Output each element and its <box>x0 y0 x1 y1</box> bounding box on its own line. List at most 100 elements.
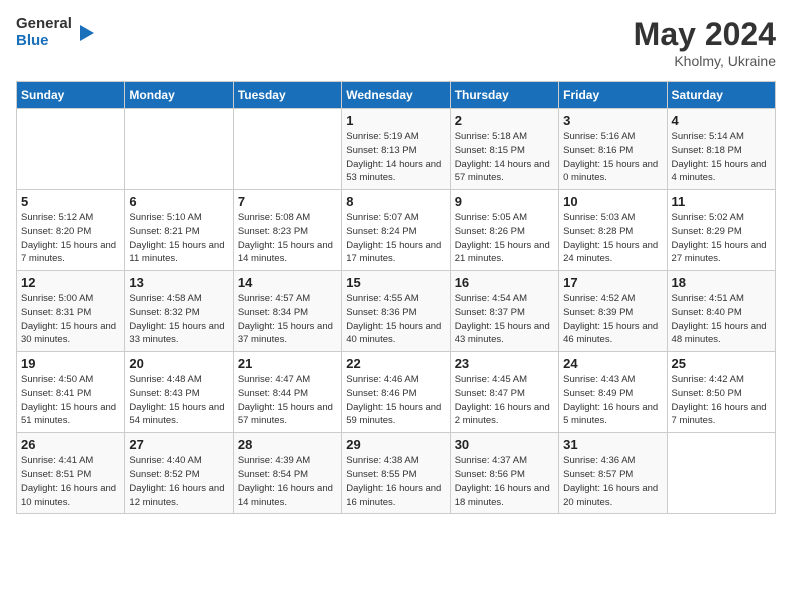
weekday-header-sunday: Sunday <box>17 82 125 109</box>
calendar-header: SundayMondayTuesdayWednesdayThursdayFrid… <box>17 82 776 109</box>
day-info: Sunrise: 5:16 AMSunset: 8:16 PMDaylight:… <box>563 130 662 185</box>
day-number: 19 <box>21 356 120 371</box>
calendar-title: May 2024 <box>634 16 776 53</box>
day-info: Sunrise: 5:14 AMSunset: 8:18 PMDaylight:… <box>672 130 771 185</box>
day-info: Sunrise: 4:47 AMSunset: 8:44 PMDaylight:… <box>238 373 337 428</box>
calendar-week-5: 26Sunrise: 4:41 AMSunset: 8:51 PMDayligh… <box>17 433 776 514</box>
day-number: 3 <box>563 113 662 128</box>
weekday-header-monday: Monday <box>125 82 233 109</box>
day-number: 7 <box>238 194 337 209</box>
day-info: Sunrise: 4:54 AMSunset: 8:37 PMDaylight:… <box>455 292 554 347</box>
day-number: 31 <box>563 437 662 452</box>
day-number: 15 <box>346 275 445 290</box>
calendar-cell: 2Sunrise: 5:18 AMSunset: 8:15 PMDaylight… <box>450 109 558 190</box>
calendar-cell: 18Sunrise: 4:51 AMSunset: 8:40 PMDayligh… <box>667 271 775 352</box>
calendar-cell: 23Sunrise: 4:45 AMSunset: 8:47 PMDayligh… <box>450 352 558 433</box>
calendar-cell: 10Sunrise: 5:03 AMSunset: 8:28 PMDayligh… <box>559 190 667 271</box>
calendar-week-3: 12Sunrise: 5:00 AMSunset: 8:31 PMDayligh… <box>17 271 776 352</box>
calendar-cell: 6 Sunrise: 5:10 AMSunset: 8:21 PMDaylight… <box>125 190 233 271</box>
day-number: 10 <box>563 194 662 209</box>
calendar-cell: 9 Sunrise: 5:05 AMSunset: 8:26 PMDaylight… <box>450 190 558 271</box>
day-info: Sunrise: 4:52 AMSunset: 8:39 PMDaylight:… <box>563 292 662 347</box>
day-number: 17 <box>563 275 662 290</box>
day-info: Sunrise: 5:07 AMSunset: 8:24 PMDaylight:… <box>346 211 445 266</box>
day-info: Sunrise: 4:40 AMSunset: 8:52 PMDaylight:… <box>129 454 228 509</box>
calendar-location: Kholmy, Ukraine <box>634 53 776 69</box>
calendar-cell: 8Sunrise: 5:07 AMSunset: 8:24 PMDaylight… <box>342 190 450 271</box>
day-number: 28 <box>238 437 337 452</box>
day-info: Sunrise: 4:50 AMSunset: 8:41 PMDaylight:… <box>21 373 120 428</box>
day-info: Sunrise: 4:55 AMSunset: 8:36 PMDaylight:… <box>346 292 445 347</box>
calendar-cell <box>667 433 775 514</box>
day-info: Sunrise: 4:36 AMSunset: 8:57 PMDaylight:… <box>563 454 662 509</box>
calendar-cell: 5 Sunrise: 5:12 AMSunset: 8:20 PMDaylight… <box>17 190 125 271</box>
calendar-cell: 27 Sunrise: 4:40 AMSunset: 8:52 PMDayligh… <box>125 433 233 514</box>
calendar-cell: 7 Sunrise: 5:08 AMSunset: 8:23 PMDaylight… <box>233 190 341 271</box>
calendar-cell: 20 Sunrise: 4:48 AMSunset: 8:43 PMDayligh… <box>125 352 233 433</box>
weekday-header-thursday: Thursday <box>450 82 558 109</box>
day-info: Sunrise: 4:42 AMSunset: 8:50 PMDaylight:… <box>672 373 771 428</box>
day-info: Sunrise: 5:19 AMSunset: 8:13 PMDaylight:… <box>346 130 445 185</box>
weekday-header-row: SundayMondayTuesdayWednesdayThursdayFrid… <box>17 82 776 109</box>
day-number: 30 <box>455 437 554 452</box>
calendar-cell <box>125 109 233 190</box>
day-info: Sunrise: 4:58 AMSunset: 8:32 PMDaylight:… <box>129 292 228 347</box>
calendar-cell: 28Sunrise: 4:39 AMSunset: 8:54 PMDayligh… <box>233 433 341 514</box>
calendar-cell: 19 Sunrise: 4:50 AMSunset: 8:41 PMDayligh… <box>17 352 125 433</box>
day-number: 25 <box>672 356 771 371</box>
day-number: 14 <box>238 275 337 290</box>
calendar-week-4: 19 Sunrise: 4:50 AMSunset: 8:41 PMDayligh… <box>17 352 776 433</box>
logo-general: General <box>16 16 72 33</box>
day-info: Sunrise: 5:08 AMSunset: 8:23 PMDaylight:… <box>238 211 337 266</box>
day-info: Sunrise: 4:48 AMSunset: 8:43 PMDaylight:… <box>129 373 228 428</box>
calendar-cell: 14 Sunrise: 4:57 AMSunset: 8:34 PMDayligh… <box>233 271 341 352</box>
day-info: Sunrise: 5:05 AMSunset: 8:26 PMDaylight:… <box>455 211 554 266</box>
day-number: 22 <box>346 356 445 371</box>
day-number: 11 <box>672 194 771 209</box>
day-info: Sunrise: 4:38 AMSunset: 8:55 PMDaylight:… <box>346 454 445 509</box>
day-number: 26 <box>21 437 120 452</box>
day-number: 13 <box>129 275 228 290</box>
day-number: 1 <box>346 113 445 128</box>
day-number: 9 <box>455 194 554 209</box>
calendar-cell <box>233 109 341 190</box>
calendar-cell: 30Sunrise: 4:37 AMSunset: 8:56 PMDayligh… <box>450 433 558 514</box>
calendar-cell: 25 Sunrise: 4:42 AMSunset: 8:50 PMDayligh… <box>667 352 775 433</box>
calendar-cell: 15 Sunrise: 4:55 AMSunset: 8:36 PMDayligh… <box>342 271 450 352</box>
day-number: 29 <box>346 437 445 452</box>
day-info: Sunrise: 4:51 AMSunset: 8:40 PMDaylight:… <box>672 292 771 347</box>
day-info: Sunrise: 4:57 AMSunset: 8:34 PMDaylight:… <box>238 292 337 347</box>
title-block: May 2024 Kholmy, Ukraine <box>634 16 776 69</box>
page-header: General Blue May 2024 Kholmy, Ukraine <box>16 16 776 69</box>
calendar-cell: 29 Sunrise: 4:38 AMSunset: 8:55 PMDayligh… <box>342 433 450 514</box>
day-info: Sunrise: 5:18 AMSunset: 8:15 PMDaylight:… <box>455 130 554 185</box>
calendar-cell: 24Sunrise: 4:43 AMSunset: 8:49 PMDayligh… <box>559 352 667 433</box>
calendar-cell: 31 Sunrise: 4:36 AMSunset: 8:57 PMDayligh… <box>559 433 667 514</box>
weekday-header-friday: Friday <box>559 82 667 109</box>
calendar-cell: 26Sunrise: 4:41 AMSunset: 8:51 PMDayligh… <box>17 433 125 514</box>
calendar-cell: 13 Sunrise: 4:58 AMSunset: 8:32 PMDayligh… <box>125 271 233 352</box>
day-number: 27 <box>129 437 228 452</box>
calendar-week-2: 5 Sunrise: 5:12 AMSunset: 8:20 PMDaylight… <box>17 190 776 271</box>
day-info: Sunrise: 5:02 AMSunset: 8:29 PMDaylight:… <box>672 211 771 266</box>
weekday-header-saturday: Saturday <box>667 82 775 109</box>
day-info: Sunrise: 4:46 AMSunset: 8:46 PMDaylight:… <box>346 373 445 428</box>
calendar-cell: 3 Sunrise: 5:16 AMSunset: 8:16 PMDaylight… <box>559 109 667 190</box>
calendar-cell: 17 Sunrise: 4:52 AMSunset: 8:39 PMDayligh… <box>559 271 667 352</box>
day-number: 5 <box>21 194 120 209</box>
day-number: 24 <box>563 356 662 371</box>
logo-text: General Blue <box>16 16 72 49</box>
weekday-header-wednesday: Wednesday <box>342 82 450 109</box>
logo: General Blue <box>16 16 94 49</box>
calendar-week-1: 1 Sunrise: 5:19 AMSunset: 8:13 PMDaylight… <box>17 109 776 190</box>
day-info: Sunrise: 5:10 AMSunset: 8:21 PMDaylight:… <box>129 211 228 266</box>
day-number: 16 <box>455 275 554 290</box>
calendar-cell: 22 Sunrise: 4:46 AMSunset: 8:46 PMDayligh… <box>342 352 450 433</box>
day-number: 6 <box>129 194 228 209</box>
day-number: 4 <box>672 113 771 128</box>
calendar-cell <box>17 109 125 190</box>
day-number: 20 <box>129 356 228 371</box>
calendar-body: 1 Sunrise: 5:19 AMSunset: 8:13 PMDaylight… <box>17 109 776 514</box>
day-number: 12 <box>21 275 120 290</box>
day-info: Sunrise: 5:12 AMSunset: 8:20 PMDaylight:… <box>21 211 120 266</box>
